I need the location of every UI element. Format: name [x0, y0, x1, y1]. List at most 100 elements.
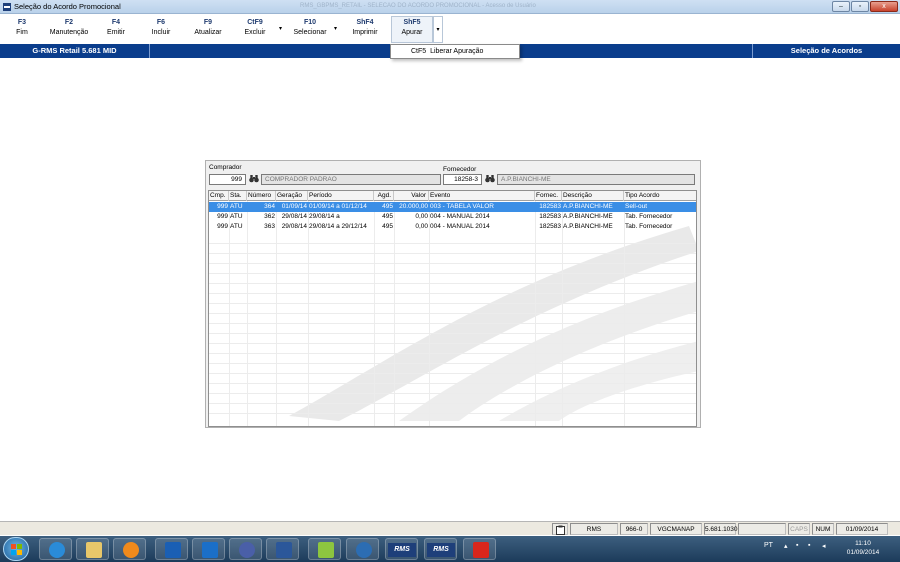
- clock[interactable]: 11:10 01/09/2014: [838, 539, 888, 557]
- cell-geracao: 01/09/14: [281, 203, 307, 210]
- imprimir-label: Imprimir: [352, 29, 378, 36]
- acordos-table[interactable]: Cmp. Sta. Número Geração Período Agd. Va…: [208, 190, 697, 427]
- status-version: 5.681.1030: [704, 523, 738, 535]
- internet-explorer-icon[interactable]: [39, 538, 72, 560]
- window-caption: RMS_GBPMS_RETAIL - SELECAO DO ACORDO PRO…: [300, 3, 536, 9]
- table-row[interactable]: 999 ATU 363 29/08/14 29/08/14 a 29/12/14…: [209, 222, 696, 232]
- grid-line: [209, 263, 696, 264]
- emitir-button[interactable]: F4 Emitir: [100, 18, 132, 38]
- table-row[interactable]: 999 ATU 362 29/08/14 29/08/14 a 495 0,00…: [209, 212, 696, 222]
- network-icon[interactable]: ▪: [796, 542, 798, 549]
- col-sta[interactable]: Sta.: [229, 191, 247, 201]
- col-valor[interactable]: Valor: [394, 191, 429, 201]
- status-bar: RMS 966-0 VGCMANAP 5.681.1030 CAPS NUM 0…: [0, 521, 900, 535]
- status-system: RMS: [570, 523, 618, 535]
- grid-line: [209, 373, 696, 374]
- liberar-apuracao-menu-item[interactable]: CtF5 Liberar Apuração: [390, 44, 520, 59]
- cell-geracao: 29/08/14: [281, 223, 307, 230]
- app-icon[interactable]: [229, 538, 262, 560]
- manutencao-button[interactable]: F2 Manutenção: [45, 18, 93, 38]
- cell-periodo: 29/08/14 a: [309, 213, 340, 220]
- toolbar: ▾ F3 Fim F2 Manutenção F4 Emitir F6 Incl…: [0, 14, 900, 44]
- selecionar-button[interactable]: F10 Selecionar: [290, 18, 330, 38]
- status-caps: CAPS: [788, 523, 810, 535]
- language-indicator[interactable]: PT: [764, 542, 773, 549]
- grid-line: [209, 323, 696, 324]
- cell-cmp: 999: [217, 213, 228, 220]
- taskbar: RMS RMS PT ▴ ▪ ▪ ◂ 11:10 01/09/2014: [0, 536, 900, 562]
- col-agd[interactable]: Agd.: [374, 191, 394, 201]
- cell-agd: 495: [382, 223, 393, 230]
- status-store: 966-0: [620, 523, 648, 535]
- tray-arrow-icon[interactable]: ▴: [784, 542, 788, 550]
- emitir-key: F4: [111, 19, 121, 26]
- app-icon[interactable]: [346, 538, 379, 560]
- col-periodo[interactable]: Período: [308, 191, 374, 201]
- status-empty: [738, 523, 786, 535]
- col-evento[interactable]: Evento: [429, 191, 535, 201]
- app-icon[interactable]: [308, 538, 341, 560]
- col-cmp[interactable]: Cmp.: [209, 191, 229, 201]
- screen-title: Seleção de Acordos: [752, 44, 900, 58]
- flag-icon[interactable]: ▪: [808, 542, 810, 549]
- col-fornec[interactable]: Fornec.: [535, 191, 562, 201]
- fim-button[interactable]: F3 Fim: [8, 18, 36, 38]
- clipboard-icon[interactable]: [552, 523, 568, 535]
- atualizar-label: Atualizar: [194, 29, 222, 36]
- excluir-label: Excluir: [244, 29, 266, 36]
- minimize-button[interactable]: –: [832, 1, 850, 12]
- volume-icon[interactable]: ◂: [822, 542, 826, 550]
- file-explorer-icon[interactable]: [76, 538, 109, 560]
- status-user: VGCMANAP: [650, 523, 702, 535]
- grid-line: [209, 283, 696, 284]
- clock-date: 01/09/2014: [846, 549, 880, 556]
- incluir-button[interactable]: F6 Incluir: [145, 18, 177, 38]
- imprimir-button[interactable]: ShF4 Imprimir: [346, 18, 384, 38]
- rms-icon[interactable]: RMS: [424, 538, 457, 560]
- comprador-code-field[interactable]: 999: [209, 174, 246, 185]
- cell-fornec: 182583: [539, 213, 561, 220]
- grid-line: [209, 343, 696, 344]
- selecionar-key: F10: [303, 19, 317, 26]
- grid-line: [209, 243, 696, 244]
- cell-fornec: 182583: [539, 223, 561, 230]
- table-row[interactable]: 999 ATU 364 01/09/14 01/09/14 a 01/12/14…: [209, 202, 696, 212]
- acordos-panel: Comprador 999 COMPRADOR PADRAO Fornecedo…: [205, 160, 701, 428]
- atualizar-button[interactable]: F9 Atualizar: [186, 18, 230, 38]
- maximize-button[interactable]: ▫: [851, 1, 869, 12]
- grid-line: [209, 303, 696, 304]
- col-tipo-acordo[interactable]: Tipo Acordo: [624, 191, 696, 201]
- grid-line: [209, 403, 696, 404]
- app-version: G-RMS Retail 5.681 MID: [0, 44, 150, 58]
- col-numero[interactable]: Número: [247, 191, 276, 201]
- grid-line: [209, 313, 696, 314]
- cell-agd: 495: [382, 203, 393, 210]
- excluir-button[interactable]: CtF9 Excluir: [238, 18, 272, 38]
- acrobat-icon[interactable]: [463, 538, 496, 560]
- col-descricao[interactable]: Descrição: [562, 191, 624, 201]
- fornecedor-code-field[interactable]: 18258-3: [443, 174, 482, 185]
- comprador-lookup-binoculars-icon[interactable]: [248, 174, 259, 185]
- excluir-dropdown-icon[interactable]: ▾: [279, 25, 282, 32]
- apurar-button[interactable]: ShF5 Apurar: [393, 18, 431, 38]
- selecionar-dropdown-icon[interactable]: ▾: [334, 25, 337, 32]
- grid-line: [209, 293, 696, 294]
- rms-icon[interactable]: RMS: [385, 538, 418, 560]
- cell-valor: 20.000,00: [399, 203, 428, 210]
- cell-numero: 363: [264, 223, 275, 230]
- fornecedor-lookup-binoculars-icon[interactable]: [484, 174, 495, 185]
- rms-label: RMS: [388, 543, 416, 557]
- col-geracao[interactable]: Geração: [276, 191, 308, 201]
- cell-sta: ATU: [230, 223, 243, 230]
- cell-descricao: A.P.BIANCHI-ME: [563, 203, 613, 210]
- word-icon[interactable]: [266, 538, 299, 560]
- outlook-icon[interactable]: [155, 538, 188, 560]
- cell-sta: ATU: [230, 213, 243, 220]
- close-button[interactable]: x: [870, 1, 898, 12]
- media-player-icon[interactable]: [113, 538, 146, 560]
- lync-icon[interactable]: [192, 538, 225, 560]
- cell-numero: 364: [264, 203, 275, 210]
- fim-label: Fim: [16, 29, 28, 36]
- start-button[interactable]: [3, 537, 29, 561]
- apurar-dropdown-button[interactable]: ▾: [433, 16, 443, 43]
